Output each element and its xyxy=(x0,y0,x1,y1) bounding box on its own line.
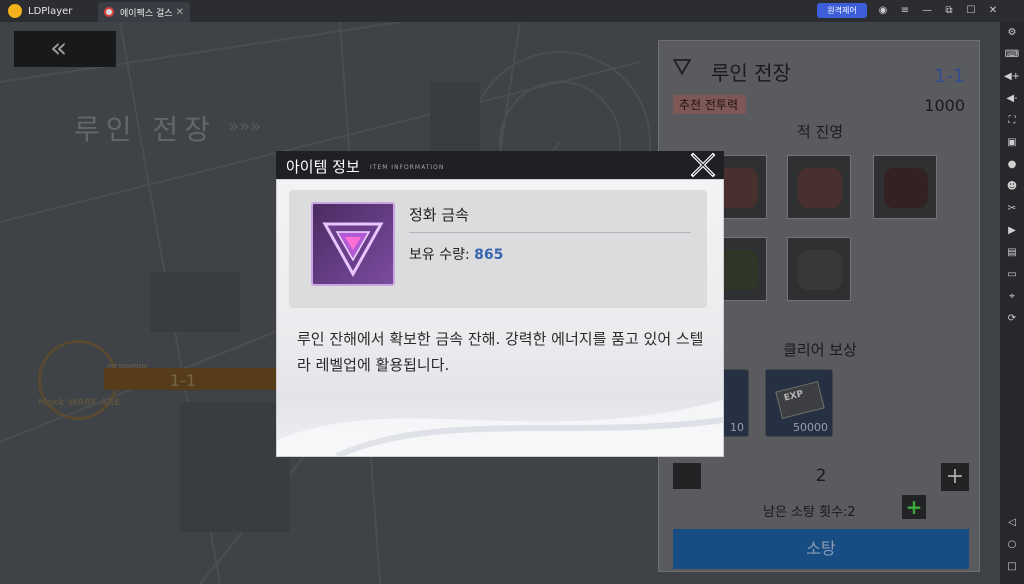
back-icon[interactable]: ◁ xyxy=(1000,512,1024,534)
decorative-swoosh xyxy=(277,400,723,456)
settings-icon[interactable]: ⚙ xyxy=(1000,22,1024,44)
maximize-icon[interactable]: ☐ xyxy=(960,3,982,19)
item-name: 정화 금속 xyxy=(409,206,469,224)
item-quantity-label: 보유 수량: xyxy=(409,247,475,263)
remote-control-button[interactable]: 원격제어 xyxy=(817,3,867,18)
close-icon[interactable] xyxy=(690,152,716,178)
tab-label: 에이펙스 걸스 xyxy=(120,8,173,19)
item-description: 루인 잔해에서 확보한 금속 잔해. 강력한 에너지를 품고 있어 스텔라 레벨… xyxy=(297,330,704,374)
game-tab-icon xyxy=(104,7,114,17)
sync-icon[interactable]: ⟳ xyxy=(1000,308,1024,330)
user-icon[interactable]: ◉ xyxy=(872,3,894,19)
menu-icon[interactable]: ≡ xyxy=(894,3,916,19)
window-controls: ◉ ≡ — ⧉ ☐ ✕ xyxy=(872,3,1004,19)
app-name: LDPlayer xyxy=(28,5,73,17)
location-icon[interactable]: ⌖ xyxy=(1000,286,1024,308)
home-icon[interactable]: ○ xyxy=(1000,534,1024,556)
tab-close-icon[interactable]: ✕ xyxy=(176,7,184,18)
scissors-icon[interactable]: ✂ xyxy=(1000,198,1024,220)
item-info-modal: 아이템 정보 ITEM INFORMATION 정화 금속 보유 수량: 865… xyxy=(276,151,724,457)
purification-metal-icon xyxy=(311,202,395,286)
item-divider xyxy=(409,232,691,233)
close-icon[interactable]: ✕ xyxy=(982,3,1004,19)
folder-icon[interactable]: ▭ xyxy=(1000,264,1024,286)
emulator-sidebar: ⚙ ⌨ ◀+ ◀- ⛶ ▣ ● ☻ ✂ ▶ ▤ ▭ ⌖ ⟳ ◁ ○ □ xyxy=(1000,22,1024,584)
robot-icon[interactable]: ☻ xyxy=(1000,176,1024,198)
modal-title: 아이템 정보 xyxy=(286,158,360,176)
tab-apex-girls[interactable]: 에이펙스 걸스 ✕ xyxy=(98,2,190,22)
modal-body: 정화 금속 보유 수량: 865 루인 잔해에서 확보한 금속 잔해. 강력한 … xyxy=(276,179,724,457)
item-detail-box: 정화 금속 보유 수량: 865 xyxy=(289,190,707,308)
volume-up-icon[interactable]: ◀+ xyxy=(1000,66,1024,88)
recent-icon[interactable]: □ xyxy=(1000,556,1024,578)
ldplayer-logo-icon xyxy=(8,4,22,18)
video-icon[interactable]: ▶ xyxy=(1000,220,1024,242)
minimize-icon[interactable]: — xyxy=(916,3,938,19)
modal-subtitle: ITEM INFORMATION xyxy=(370,164,445,171)
item-quantity: 보유 수량: 865 xyxy=(409,244,503,264)
file-icon[interactable]: ▤ xyxy=(1000,242,1024,264)
item-quantity-value: 865 xyxy=(474,247,504,263)
volume-down-icon[interactable]: ◀- xyxy=(1000,88,1024,110)
apk-icon[interactable]: ▣ xyxy=(1000,132,1024,154)
emulator-titlebar: LDPlayer 에이펙스 걸스 ✕ 원격제어 ◉ ≡ — ⧉ ☐ ✕ xyxy=(0,0,1024,22)
screenshot-icon[interactable]: ⛶ xyxy=(1000,110,1024,132)
record-icon[interactable]: ● xyxy=(1000,154,1024,176)
keyboard-icon[interactable]: ⌨ xyxy=(1000,44,1024,66)
modal-header: 아이템 정보 ITEM INFORMATION xyxy=(276,151,724,179)
restore-icon[interactable]: ⧉ xyxy=(938,3,960,19)
